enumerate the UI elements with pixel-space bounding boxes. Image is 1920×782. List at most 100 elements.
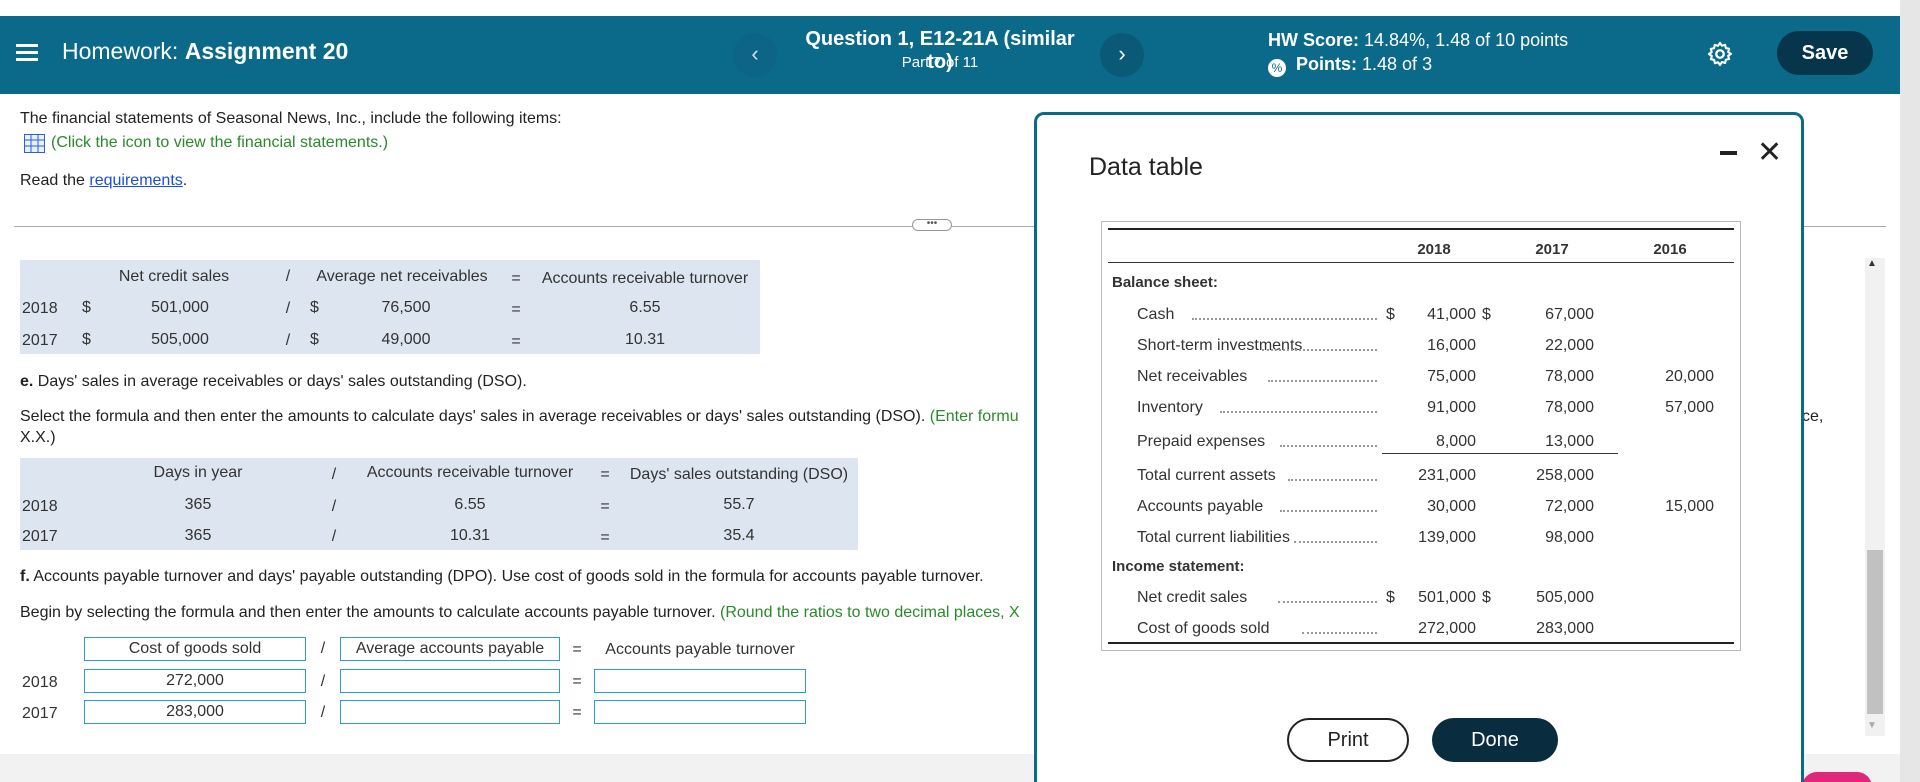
dso-row-days: 365 bbox=[184, 496, 212, 513]
scroll-up-arrow-icon[interactable]: ▲ bbox=[1867, 258, 1877, 269]
next-question-button[interactable]: › bbox=[1100, 33, 1144, 77]
part-e-instruction: Select the formula and then enter the am… bbox=[20, 408, 1034, 426]
dso-row-slash: / bbox=[331, 528, 337, 545]
help-button[interactable] bbox=[1802, 772, 1872, 782]
ap-turnover-input[interactable] bbox=[594, 700, 806, 724]
dialog-title: Data table bbox=[1089, 153, 1203, 181]
cogs-input[interactable]: 272,000 bbox=[84, 669, 306, 693]
ap-row-slash: / bbox=[320, 704, 326, 721]
print-button[interactable]: Print bbox=[1287, 718, 1409, 762]
balance-row-label: Total current liabilities bbox=[1137, 529, 1290, 546]
chevron-right-icon: › bbox=[1118, 41, 1126, 66]
intro-text: The financial statements of Seasonal New… bbox=[20, 110, 562, 127]
leader-dots bbox=[1302, 632, 1377, 634]
leader-dots bbox=[1280, 445, 1377, 447]
ap-header-turnover: Accounts payable turnover bbox=[605, 641, 795, 658]
window-scrollbar[interactable] bbox=[1900, 0, 1920, 782]
value-2018: 91,000 bbox=[1427, 399, 1476, 416]
ap-row-year: 2018 bbox=[22, 674, 58, 691]
value-2016: 20,000 bbox=[1665, 368, 1714, 385]
dso-header-slash: / bbox=[331, 466, 337, 483]
dso-row-days: 365 bbox=[184, 527, 212, 544]
leader-dots bbox=[1268, 380, 1377, 382]
part-e-label: e. bbox=[20, 373, 34, 390]
part-f-heading: f. Accounts payable turnover and days' p… bbox=[20, 568, 984, 586]
ar-header-sales: Net credit sales bbox=[118, 268, 230, 285]
leader-dots bbox=[1262, 349, 1377, 351]
income-row-label: Net credit sales bbox=[1137, 589, 1248, 606]
cogs-formula-select[interactable]: Cost of goods sold bbox=[84, 637, 306, 661]
header-rule bbox=[1108, 262, 1734, 263]
ap-turnover-input[interactable] bbox=[594, 669, 806, 693]
ar-row-turnover: 6.55 bbox=[629, 299, 661, 316]
value-2018: 501,000 bbox=[1418, 589, 1476, 606]
value-2017: 258,000 bbox=[1536, 467, 1594, 484]
currency-symbol: $ bbox=[1482, 306, 1491, 323]
dso-header-eq: = bbox=[600, 466, 610, 483]
value-2018: 75,000 bbox=[1427, 368, 1476, 385]
homework-prefix: Homework: bbox=[62, 38, 179, 64]
more-options-handle[interactable]: ••• bbox=[912, 219, 952, 231]
menu-icon[interactable] bbox=[16, 44, 38, 62]
homework-title: Homework: Assignment 20 bbox=[62, 38, 348, 65]
part-e-hint: (Enter formu bbox=[929, 408, 1019, 425]
previous-question-button[interactable]: ‹ bbox=[733, 33, 777, 77]
value-2017: 505,000 bbox=[1536, 589, 1594, 606]
partial-credit-icon: % bbox=[1268, 59, 1286, 77]
avg-ap-input[interactable] bbox=[340, 669, 560, 693]
scroll-down-arrow-icon[interactable]: ▼ bbox=[1867, 720, 1877, 731]
cogs-input[interactable]: 283,000 bbox=[84, 700, 306, 724]
currency-symbol: $ bbox=[1482, 589, 1491, 606]
value-2018: 231,000 bbox=[1418, 467, 1476, 484]
income-statement-heading: Income statement: bbox=[1112, 558, 1245, 575]
points-label: Points: bbox=[1296, 54, 1357, 74]
ar-row-sales: 501,000 bbox=[151, 299, 209, 316]
points: % Points: 1.48 of 3 bbox=[1268, 54, 1432, 77]
value-2018: 272,000 bbox=[1418, 620, 1476, 637]
ap-row-slash: / bbox=[320, 673, 326, 690]
ar-row-eq: = bbox=[511, 301, 521, 318]
ar-row-currency: $ bbox=[310, 331, 319, 348]
part-f-title: Accounts payable turnover and days' paya… bbox=[33, 568, 984, 585]
value-2018: 16,000 bbox=[1427, 337, 1476, 354]
page: Homework: Assignment 20 ‹ Question 1, E1… bbox=[0, 0, 1920, 782]
leader-dots bbox=[1280, 510, 1377, 512]
avg-ap-formula-select[interactable]: Average accounts payable bbox=[340, 637, 560, 661]
ap-row-year: 2017 bbox=[22, 705, 58, 722]
value-2017: 13,000 bbox=[1545, 433, 1594, 450]
view-statements-link[interactable]: (Click the icon to view the financial st… bbox=[51, 134, 388, 152]
requirements-link[interactable]: requirements bbox=[89, 172, 182, 189]
currency-symbol: $ bbox=[1386, 306, 1395, 323]
ar-row-year: 2018 bbox=[22, 300, 58, 317]
ar-row-eq: = bbox=[511, 333, 521, 350]
ar-row-currency: $ bbox=[310, 299, 319, 316]
minimize-icon[interactable] bbox=[1720, 151, 1737, 155]
part-f-instruction: Begin by selecting the formula and then … bbox=[20, 604, 1034, 622]
value-2016: 15,000 bbox=[1665, 498, 1714, 515]
value-2016: 57,000 bbox=[1665, 399, 1714, 416]
save-button[interactable]: Save bbox=[1777, 31, 1873, 75]
close-icon[interactable]: ✕ bbox=[1757, 135, 1782, 170]
ar-row-turnover: 10.31 bbox=[624, 331, 666, 348]
dso-row-eq: = bbox=[600, 529, 610, 546]
part-e-title: Days' sales in average receivables or da… bbox=[37, 373, 527, 390]
table-grid-icon[interactable] bbox=[24, 134, 45, 153]
balance-row-label: Total current assets bbox=[1137, 467, 1276, 484]
done-button[interactable]: Done bbox=[1432, 718, 1558, 762]
balance-row-label: Net receivables bbox=[1137, 368, 1248, 385]
ar-header-avg: Average net receivables bbox=[316, 268, 488, 285]
gear-icon[interactable] bbox=[1706, 40, 1734, 68]
part-e-hint-continued: X.X.) bbox=[20, 429, 56, 446]
data-table-dialog: Data table ✕ 2018 2017 2016 Balance shee… bbox=[1034, 112, 1804, 782]
value-2018: 30,000 bbox=[1427, 498, 1476, 515]
balance-row-label: Accounts payable bbox=[1137, 498, 1264, 515]
scrollbar-thumb[interactable] bbox=[1867, 550, 1883, 714]
ar-header-eq: = bbox=[511, 270, 521, 287]
dso-row-value: 35.4 bbox=[723, 527, 755, 544]
year-header: 2018 bbox=[1417, 241, 1451, 258]
question-part: Part 7 of 11 bbox=[901, 54, 979, 71]
leader-dots bbox=[1278, 601, 1377, 603]
dso-row-turnover: 10.31 bbox=[449, 527, 491, 544]
dso-row-slash: / bbox=[331, 498, 337, 515]
avg-ap-input[interactable] bbox=[340, 700, 560, 724]
